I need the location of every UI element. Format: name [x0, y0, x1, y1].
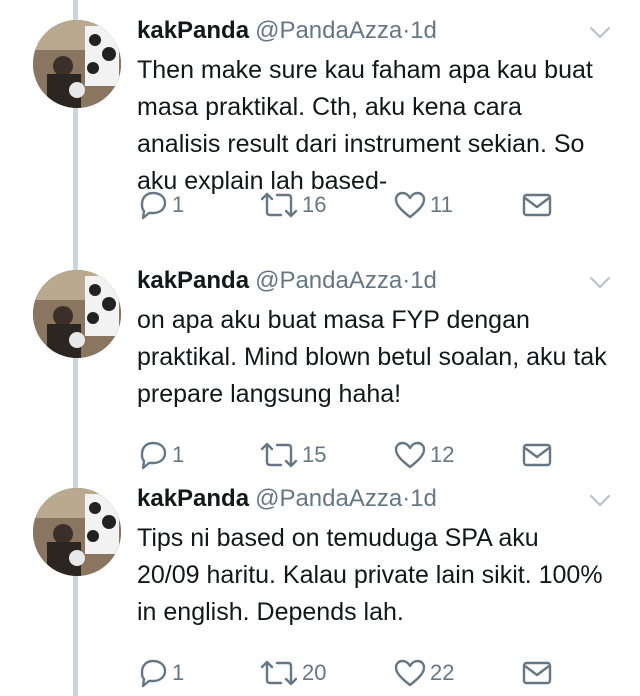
envelope-icon — [522, 661, 552, 685]
timestamp[interactable]: 1d — [410, 17, 437, 44]
like-button[interactable]: 22 — [393, 656, 454, 690]
like-count: 12 — [430, 442, 455, 467]
tweet-text: Tips ni based on temuduga SPA aku 20/09 … — [137, 524, 603, 626]
retweet-icon — [260, 660, 298, 686]
direct-message-button[interactable] — [521, 188, 553, 222]
envelope-icon — [522, 443, 552, 467]
heart-icon — [394, 191, 426, 219]
tweet-header: kakPanda @PandaAzza·1d — [137, 266, 580, 296]
avatar[interactable] — [33, 20, 121, 108]
chevron-down-icon[interactable] — [588, 274, 612, 292]
heart-icon — [394, 659, 426, 687]
reply-count: 1 — [172, 442, 185, 467]
separator-dot: · — [402, 267, 411, 294]
tweet-actions: 1 20 22 — [137, 656, 577, 690]
direct-message-button[interactable] — [521, 438, 553, 472]
envelope-icon — [522, 193, 552, 217]
like-count: 22 — [430, 660, 455, 685]
chevron-down-icon[interactable] — [588, 492, 612, 510]
avatar[interactable] — [33, 488, 121, 576]
heart-icon — [394, 441, 426, 469]
reply-button[interactable]: 1 — [137, 188, 184, 222]
retweet-count: 20 — [302, 660, 327, 685]
retweet-button[interactable]: 20 — [259, 656, 326, 690]
author-name[interactable]: kakPanda — [137, 485, 249, 512]
reply-button[interactable]: 1 — [137, 656, 184, 690]
reply-count: 1 — [172, 660, 185, 685]
reply-icon — [140, 441, 167, 470]
direct-message-button[interactable] — [521, 656, 553, 690]
reply-icon — [140, 191, 167, 220]
tweet-text: Then make sure kau faham apa kau buat ma… — [137, 56, 593, 195]
author-name[interactable]: kakPanda — [137, 267, 249, 294]
retweet-count: 16 — [302, 192, 327, 217]
tweet[interactable]: kakPanda @PandaAzza·1d on apa aku buat ma… — [0, 250, 640, 470]
timestamp[interactable]: 1d — [410, 267, 437, 294]
reply-icon — [140, 659, 167, 688]
author-name[interactable]: kakPanda — [137, 17, 249, 44]
timestamp[interactable]: 1d — [410, 485, 437, 512]
avatar[interactable] — [33, 270, 121, 358]
tweet-header: kakPanda @PandaAzza·1d — [137, 484, 580, 514]
tweet[interactable]: kakPanda @PandaAzza·1d Then make sure kau… — [0, 0, 640, 220]
separator-dot: · — [402, 17, 411, 44]
chevron-down-icon[interactable] — [588, 24, 612, 42]
reply-count: 1 — [172, 192, 185, 217]
retweet-button[interactable]: 15 — [259, 438, 326, 472]
retweet-button[interactable]: 16 — [259, 188, 326, 222]
author-handle[interactable]: @PandaAzza — [255, 17, 402, 44]
tweet-text: on apa aku buat masa FYP dengan praktika… — [137, 306, 607, 408]
retweet-icon — [260, 192, 298, 218]
author-handle[interactable]: @PandaAzza — [255, 267, 402, 294]
tweet-actions: 1 16 11 — [137, 188, 577, 222]
reply-button[interactable]: 1 — [137, 438, 184, 472]
tweet-actions: 1 15 12 — [137, 438, 577, 472]
tweet[interactable]: kakPanda @PandaAzza·1d Tips ni based on t… — [0, 468, 640, 688]
like-button[interactable]: 12 — [393, 438, 454, 472]
tweet-header: kakPanda @PandaAzza·1d — [137, 16, 580, 46]
separator-dot: · — [402, 485, 411, 512]
like-button[interactable]: 11 — [393, 188, 453, 222]
like-count: 11 — [430, 192, 453, 217]
retweet-icon — [260, 442, 298, 468]
retweet-count: 15 — [302, 442, 327, 467]
author-handle[interactable]: @PandaAzza — [255, 485, 402, 512]
